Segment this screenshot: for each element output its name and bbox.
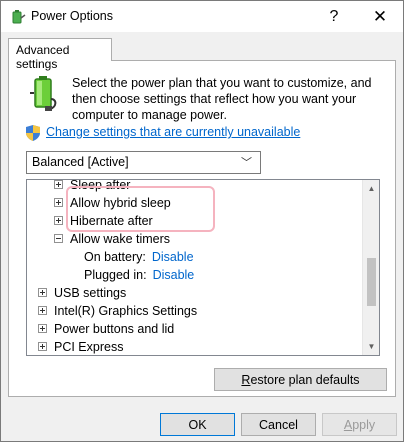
tree-item-usb-settings[interactable]: USB settings xyxy=(38,286,126,304)
tree-item-intel-graphics[interactable]: Intel(R) Graphics Settings xyxy=(38,304,197,322)
expand-icon[interactable] xyxy=(54,198,63,208)
settings-tree[interactable]: Sleep after Allow hybrid sleep Hibernate… xyxy=(26,179,380,356)
tree-item-sleep-after[interactable]: Sleep after xyxy=(54,180,130,196)
advanced-settings-panel: Select the power plan that you want to c… xyxy=(8,60,396,397)
help-button[interactable]: ? xyxy=(311,1,357,32)
plugged-in-label: Plugged in: xyxy=(84,268,147,282)
power-plan-value: Balanced [Active] xyxy=(32,155,129,169)
scroll-up-arrow-icon[interactable]: ▲ xyxy=(363,180,379,197)
power-options-icon xyxy=(12,10,26,24)
window-title: Power Options xyxy=(31,9,113,23)
expand-icon[interactable] xyxy=(38,324,47,334)
tree-item-on-battery[interactable]: On battery: Disable xyxy=(84,250,194,268)
expand-icon[interactable] xyxy=(38,288,47,298)
on-battery-value-link[interactable]: Disable xyxy=(152,250,194,264)
expand-icon[interactable] xyxy=(54,216,63,226)
close-button[interactable]: ✕ xyxy=(357,1,403,32)
cancel-button[interactable]: Cancel xyxy=(241,413,316,436)
on-battery-label: On battery: xyxy=(84,250,146,264)
chevron-down-icon: ﹀ xyxy=(241,157,252,169)
ok-button[interactable]: OK xyxy=(160,413,235,436)
battery-plug-icon xyxy=(30,76,57,111)
title-bar[interactable]: Power Options ? ✕ xyxy=(1,1,403,32)
uac-shield-icon xyxy=(26,125,40,141)
scrollbar-thumb[interactable] xyxy=(367,258,376,306)
power-options-window: Power Options ? ✕ Advanced settings Sele… xyxy=(0,0,404,442)
tree-item-allow-wake-timers[interactable]: Allow wake timers xyxy=(54,232,170,250)
intro-description: Select the power plan that you want to c… xyxy=(72,76,372,122)
power-plan-dropdown[interactable]: Balanced [Active] ﹀ xyxy=(26,151,261,174)
scroll-down-arrow-icon[interactable]: ▼ xyxy=(363,338,379,355)
plugged-in-value-link[interactable]: Disable xyxy=(153,268,195,282)
tree-scrollbar[interactable]: ▲ ▼ xyxy=(362,180,379,355)
change-settings-link[interactable]: Change settings that are currently unava… xyxy=(46,125,300,139)
tree-item-allow-hybrid-sleep[interactable]: Allow hybrid sleep xyxy=(54,196,171,214)
tree-item-power-buttons-lid[interactable]: Power buttons and lid xyxy=(38,322,174,340)
tab-advanced-settings[interactable]: Advanced settings xyxy=(8,38,112,71)
tree-item-plugged-in[interactable]: Plugged in: Disable xyxy=(84,268,194,286)
tree-item-pci-express[interactable]: PCI Express xyxy=(38,340,123,355)
tree-item-hibernate-after[interactable]: Hibernate after xyxy=(54,214,153,232)
restore-plan-defaults-button[interactable]: Restore plan defaults xyxy=(214,368,387,391)
expand-icon[interactable] xyxy=(54,180,63,190)
expand-icon[interactable] xyxy=(38,342,47,352)
apply-button[interactable]: Apply xyxy=(322,413,397,436)
collapse-icon[interactable] xyxy=(54,234,63,244)
expand-icon[interactable] xyxy=(38,306,47,316)
